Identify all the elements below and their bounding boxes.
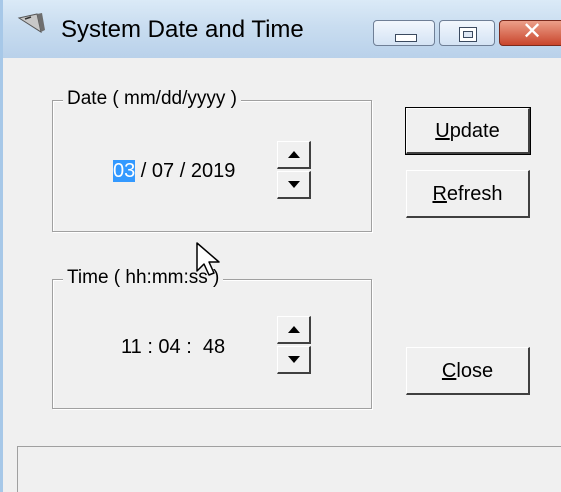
close-window-button[interactable]: ✕: [499, 17, 561, 46]
refresh-label: efresh: [446, 183, 503, 205]
date-day-segment[interactable]: 07: [152, 160, 174, 182]
maximize-button[interactable]: [439, 20, 495, 46]
date-spin-up-button[interactable]: [277, 141, 311, 169]
minimize-button[interactable]: [373, 20, 435, 46]
arrow-up-icon: [288, 326, 300, 333]
arrow-down-icon: [288, 356, 300, 363]
update-mnemonic: U: [435, 120, 450, 142]
date-month-segment[interactable]: 03: [113, 160, 136, 182]
time-spin-down-button[interactable]: [277, 346, 311, 374]
date-year-segment[interactable]: 2019: [191, 160, 236, 182]
date-spinner[interactable]: [277, 141, 311, 199]
time-spin-up-button[interactable]: [277, 316, 311, 344]
window-title: System Date and Time: [61, 16, 304, 43]
status-bar: [17, 446, 561, 492]
date-picker-field[interactable]: 03 / 07 / 2019: [113, 160, 235, 183]
update-label: pdate: [449, 120, 500, 142]
app-icon: [17, 13, 45, 34]
time-spinner[interactable]: [277, 316, 311, 374]
date-spin-down-button[interactable]: [277, 171, 311, 199]
date-separator: /: [174, 160, 191, 182]
arrow-up-icon: [288, 151, 300, 158]
date-group-legend: Date ( mm/dd/yyyy ): [63, 88, 241, 110]
maximize-icon: [459, 27, 477, 42]
close-mnemonic: C: [441, 360, 457, 382]
title-bar[interactable]: System Date and Time ✕: [3, 0, 561, 58]
dialog-window: System Date and Time ✕ Date ( mm/dd/yyyy…: [0, 0, 561, 492]
refresh-button[interactable]: Refresh: [406, 170, 530, 218]
date-group: Date ( mm/dd/yyyy ) 03 / 07 / 2019: [52, 88, 372, 232]
close-icon: ✕: [522, 17, 543, 45]
minimize-icon: [395, 34, 417, 42]
close-button[interactable]: Close: [406, 347, 530, 395]
date-separator: /: [135, 160, 152, 182]
mouse-cursor-icon: [196, 242, 220, 276]
update-button[interactable]: Update: [405, 107, 531, 155]
time-picker-field[interactable]: 11 : 04 : 48: [121, 336, 225, 359]
refresh-mnemonic: R: [432, 183, 447, 205]
close-label: lose: [456, 360, 494, 382]
arrow-down-icon: [288, 181, 300, 188]
time-group: Time ( hh:mm:ss ) 11 : 04 : 48: [52, 267, 372, 409]
